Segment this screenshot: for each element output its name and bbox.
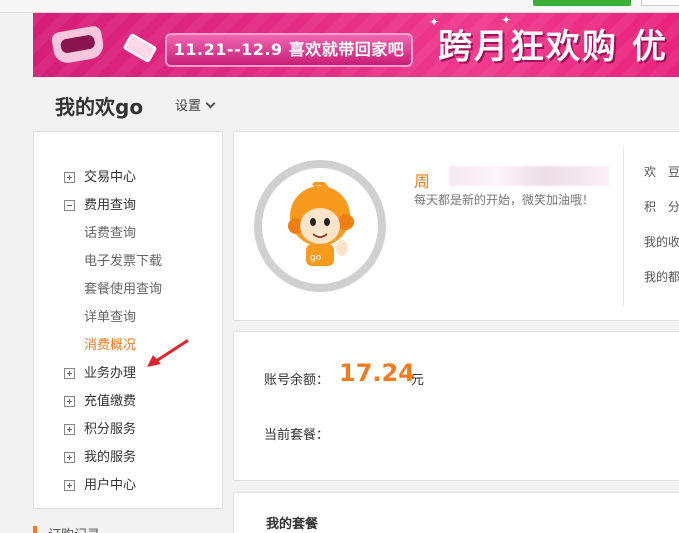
browser-top-strip [0,0,679,13]
chevron-down-icon [205,98,216,109]
avatar[interactable]: go [254,160,386,292]
balance-unit: 元 [411,373,425,388]
points-label[interactable]: 积 分 [644,198,679,215]
my-favorites-link[interactable]: 我的收 [644,233,679,250]
balance-card: 账号余额： 17.24 元 当前套餐： [233,331,679,481]
sidebar: 交易中心 费用查询 话费查询 电子发票下载 套餐使用查询 详单查询 消费概况 业… [33,131,223,509]
plus-icon[interactable] [64,452,75,463]
sidebar-item-label: 交易中心 [84,170,137,185]
sidebar-item-label: 积分服务 [84,422,137,437]
sidebar-item-points-service[interactable]: 积分服务 [34,416,222,444]
sidebar-item-business-handling[interactable]: 业务办理 [34,360,222,388]
settings-label: 设置 [175,99,202,114]
my-other-link[interactable]: 我的都 [644,268,679,285]
balance-amount: 17.24 [339,359,415,387]
my-package-card: 我的套餐 [233,492,679,533]
sidebar-item-user-center[interactable]: 用户中心 [34,472,222,500]
sidebar-item-transaction-center[interactable]: 交易中心 [34,164,222,192]
minus-icon[interactable] [64,200,75,211]
banner-date-pill: 11.21--12.9 喜欢就带回家吧 [165,33,413,67]
sidebar-next-section-label[interactable]: 订购记录 [48,524,100,533]
beans-label[interactable]: 欢 豆 [644,163,679,180]
sidebar-item-label: 费用查询 [84,198,137,213]
user-motto: 每天都是新的开始，微笑加油哦！ [414,193,595,207]
sidebar-item-label: 用户中心 [84,478,137,493]
plus-icon[interactable] [64,368,75,379]
sidebar-item-label: 我的服务 [84,450,137,465]
sidebar-subitem-detail-query[interactable]: 详单查询 [34,304,222,332]
mascot-avatar-icon: go [288,182,354,266]
settings-menu[interactable]: 设置 [175,95,216,114]
top-white-button[interactable] [641,0,679,6]
top-green-button[interactable] [533,0,631,6]
banner-headline: 跨月狂欢购 优 [438,27,668,67]
svg-text:go: go [310,253,322,263]
profile-divider [623,146,624,306]
sidebar-subitem-bill-query[interactable]: 话费查询 [34,220,222,248]
sidebar-item-fee-query[interactable]: 费用查询 [34,192,222,220]
balance-label: 账号余额： [264,373,330,388]
blurred-username [449,166,609,186]
sidebar-item-recharge-payment[interactable]: 充值缴费 [34,388,222,416]
sidebar-item-label: 业务办理 [84,366,137,381]
plus-icon[interactable] [64,396,75,407]
current-plan-label: 当前套餐： [264,428,330,443]
plus-icon[interactable] [64,172,75,183]
profile-card: go 周 每天都是新的开始，微笑加油哦！ 欢 豆 积 分 我的收 我的都 [233,131,679,321]
section-marker [33,526,37,533]
sidebar-subitem-plan-usage-query[interactable]: 套餐使用查询 [34,276,222,304]
sidebar-item-my-services[interactable]: 我的服务 [34,444,222,472]
sidebar-subitem-e-invoice-download[interactable]: 电子发票下载 [34,248,222,276]
user-name: 周 [414,172,431,191]
my-package-title: 我的套餐 [266,517,319,532]
plus-icon[interactable] [64,424,75,435]
red-arrow-annotation-icon [147,339,189,367]
sidebar-menu: 交易中心 费用查询 话费查询 电子发票下载 套餐使用查询 详单查询 消费概况 业… [34,164,222,500]
promo-banner[interactable]: 11.21--12.9 喜欢就带回家吧 ✦ ✦ 跨月狂欢购 优 [33,13,679,77]
sidebar-item-label: 充值缴费 [84,394,137,409]
plus-icon[interactable] [64,480,75,491]
sidebar-subitem-consumption-overview[interactable]: 消费概况 [34,332,222,360]
page-title: 我的欢go [55,95,144,119]
